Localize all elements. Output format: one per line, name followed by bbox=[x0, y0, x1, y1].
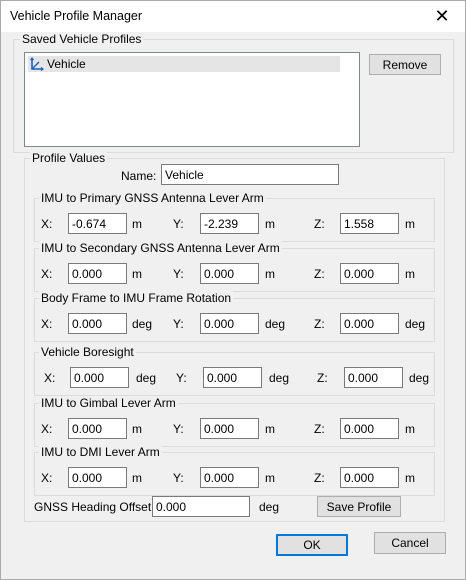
x-label: X: bbox=[41, 267, 53, 281]
z-field[interactable] bbox=[340, 418, 399, 439]
y-unit-label: deg bbox=[269, 371, 290, 385]
x-field[interactable] bbox=[68, 263, 127, 284]
y-unit-label: m bbox=[265, 217, 275, 231]
x-label: X: bbox=[41, 422, 53, 436]
heading-offset-field[interactable] bbox=[152, 496, 250, 517]
lever-arm-group-title: IMU to DMI Lever Arm bbox=[39, 445, 162, 459]
close-button[interactable]: ✕ bbox=[419, 1, 465, 32]
x-field[interactable] bbox=[68, 467, 127, 488]
lever-arm-group-title: Body Frame to IMU Frame Rotation bbox=[39, 291, 234, 305]
y-unit-label: m bbox=[265, 471, 275, 485]
z-label: Z: bbox=[314, 422, 325, 436]
z-label: Z: bbox=[314, 471, 325, 485]
z-label: Z: bbox=[317, 371, 328, 385]
x-field[interactable] bbox=[68, 313, 127, 334]
saved-profiles-legend: Saved Vehicle Profiles bbox=[20, 32, 144, 46]
close-icon: ✕ bbox=[434, 6, 450, 26]
list-item-label: Vehicle bbox=[47, 57, 86, 71]
lever-arm-group-title: IMU to Secondary GNSS Antenna Lever Arm bbox=[39, 241, 282, 255]
save-profile-button[interactable]: Save Profile bbox=[317, 496, 401, 517]
heading-offset-unit: deg bbox=[259, 500, 280, 514]
z-field[interactable] bbox=[340, 213, 399, 234]
z-field[interactable] bbox=[344, 367, 403, 388]
axes-icon bbox=[30, 57, 44, 71]
lever-arm-group-title: Vehicle Boresight bbox=[39, 345, 136, 359]
window-title: Vehicle Profile Manager bbox=[10, 9, 143, 23]
heading-offset-label: GNSS Heading Offset: bbox=[34, 500, 155, 514]
x-label: X: bbox=[41, 317, 53, 331]
y-unit-label: deg bbox=[265, 317, 286, 331]
ok-button[interactable]: OK bbox=[276, 534, 348, 556]
x-unit-label: m bbox=[132, 422, 142, 436]
z-unit-label: deg bbox=[405, 317, 426, 331]
x-unit-label: m bbox=[132, 471, 142, 485]
x-unit-label: m bbox=[132, 267, 142, 281]
vehicle-profile-manager-window: Vehicle Profile Manager ✕ Saved Vehicle … bbox=[0, 0, 466, 580]
lever-arm-group-title: IMU to Primary GNSS Antenna Lever Arm bbox=[39, 191, 266, 205]
z-unit-label: m bbox=[405, 217, 415, 231]
y-label: Y: bbox=[173, 217, 184, 231]
name-field[interactable] bbox=[161, 164, 339, 185]
y-field[interactable] bbox=[200, 418, 259, 439]
y-field[interactable] bbox=[200, 313, 259, 334]
y-unit-label: m bbox=[265, 422, 275, 436]
z-field[interactable] bbox=[340, 263, 399, 284]
title-bar: Vehicle Profile Manager ✕ bbox=[1, 1, 465, 32]
x-field[interactable] bbox=[68, 418, 127, 439]
profiles-listbox[interactable]: Vehicle bbox=[24, 52, 360, 147]
lever-arm-group-title: IMU to Gimbal Lever Arm bbox=[39, 396, 178, 410]
z-label: Z: bbox=[314, 317, 325, 331]
y-label: Y: bbox=[176, 371, 187, 385]
profile-values-legend: Profile Values bbox=[30, 151, 108, 165]
y-field[interactable] bbox=[200, 263, 259, 284]
z-label: Z: bbox=[314, 267, 325, 281]
z-unit-label: deg bbox=[409, 371, 430, 385]
z-unit-label: m bbox=[405, 422, 415, 436]
list-item[interactable]: Vehicle bbox=[28, 56, 340, 72]
cancel-button[interactable]: Cancel bbox=[374, 532, 446, 554]
x-field[interactable] bbox=[70, 367, 129, 388]
x-label: X: bbox=[41, 471, 53, 485]
y-label: Y: bbox=[173, 267, 184, 281]
y-field[interactable] bbox=[203, 367, 262, 388]
z-unit-label: m bbox=[405, 267, 415, 281]
x-unit-label: deg bbox=[136, 371, 157, 385]
x-unit-label: m bbox=[132, 217, 142, 231]
x-field[interactable] bbox=[68, 213, 127, 234]
z-field[interactable] bbox=[340, 313, 399, 334]
y-field[interactable] bbox=[200, 213, 259, 234]
z-unit-label: m bbox=[405, 471, 415, 485]
x-label: X: bbox=[44, 371, 56, 385]
y-field[interactable] bbox=[200, 467, 259, 488]
remove-button[interactable]: Remove bbox=[369, 54, 441, 75]
z-label: Z: bbox=[314, 217, 325, 231]
name-label: Name: bbox=[121, 169, 157, 183]
y-unit-label: m bbox=[265, 267, 275, 281]
z-field[interactable] bbox=[340, 467, 399, 488]
x-unit-label: deg bbox=[132, 317, 153, 331]
y-label: Y: bbox=[173, 422, 184, 436]
y-label: Y: bbox=[173, 471, 184, 485]
y-label: Y: bbox=[173, 317, 184, 331]
x-label: X: bbox=[41, 217, 53, 231]
